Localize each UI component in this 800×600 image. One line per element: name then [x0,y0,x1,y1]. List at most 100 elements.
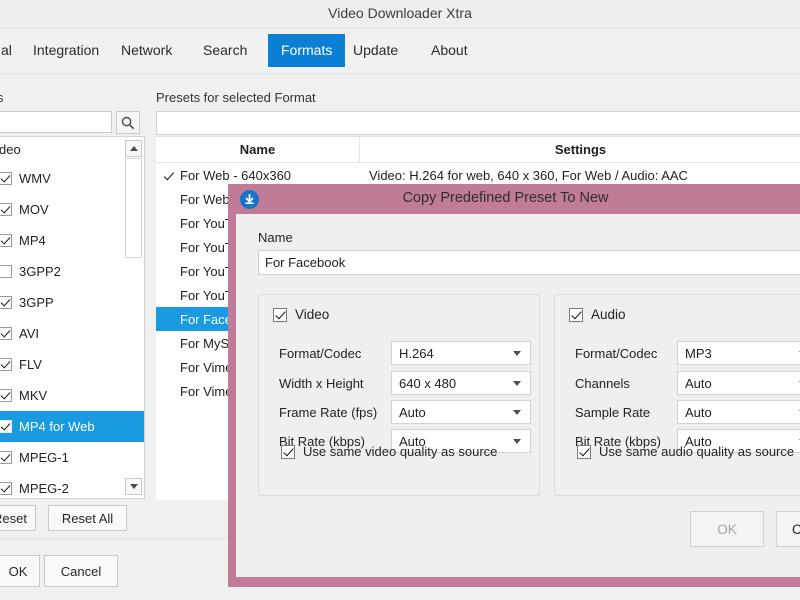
preset-name-cell: For Web - 640x360 [156,168,360,183]
field-label: Format/Codec [575,345,658,361]
checkbox-icon[interactable] [0,420,12,433]
dialog-title: Copy Predefined Preset To New [402,190,609,206]
checkbox-icon[interactable] [0,265,12,278]
presets-label: Presets for selected Format [156,90,316,105]
tab-update[interactable]: Update [340,34,411,67]
dialog-body: Name Video Format/Codec H.264 Width x Heig… [236,214,800,577]
dialog-cancel-button[interactable]: Cancel [776,511,800,547]
format-list-item-label: MOV [19,202,49,217]
format-list-item[interactable]: WMV [0,163,144,194]
tab-about[interactable]: About [418,34,481,67]
checkbox-icon[interactable] [0,234,12,247]
column-header-settings[interactable]: Settings [360,137,800,162]
tab-integration[interactable]: Integration [20,34,112,67]
checkbox-icon[interactable] [0,451,12,464]
search-icon [121,116,135,130]
window-title: Video Downloader Xtra [328,5,472,21]
checkbox-icon [273,307,287,322]
field-dropdown[interactable]: MP3 [677,341,800,365]
video-enable-checkbox[interactable]: Video [273,307,329,322]
reset-button[interactable]: Reset [0,505,36,531]
audio-settings-group: Audio Format/Codec MP3 Channels Auto Sample … [554,294,800,496]
field-dropdown[interactable]: Auto [677,371,800,395]
format-search [0,111,145,135]
chevron-down-icon [513,410,521,415]
video-use-same-quality-checkbox[interactable]: Use same video quality as source [281,444,497,459]
audio-use-same-quality-label: Use same audio quality as source [599,444,795,459]
field-value: Auto [399,404,426,420]
field-dropdown[interactable]: Auto [391,400,531,424]
checkbox-icon[interactable] [0,358,12,371]
settings-field: Frame Rate (fps) Auto [279,400,531,424]
format-list-item-label: AVI [19,326,39,341]
reset-all-button[interactable]: Reset All [48,505,127,531]
search-button[interactable] [116,111,140,134]
preset-name-label: For Web - 640x360 [180,167,292,183]
field-dropdown[interactable]: H.264 [391,341,531,365]
field-label: Width x Height [279,375,364,391]
dialog-title-bar: Copy Predefined Preset To New [228,184,800,214]
audio-group-label: Audio [591,307,626,322]
checkbox-icon[interactable] [0,203,12,216]
field-label: Channels [575,375,630,391]
format-list-item[interactable]: MOV [0,194,144,225]
tab-search[interactable]: Search [190,34,260,67]
formats-list[interactable]: deo WMV MOV MP4 3GPP2 3GPP AVI FLV MKV MP4 for W… [0,136,145,499]
checkbox-icon[interactable] [0,482,12,495]
video-group-label: Video [295,307,330,322]
field-label: Format/Codec [279,345,362,361]
reset-buttons: Reset Reset All [0,505,149,531]
settings-field: Width x Height 640 x 480 [279,371,531,395]
preset-settings-cell: Video: H.264 for web, 640 x 360, For Web… [369,167,688,183]
search-input[interactable] [0,111,112,133]
dialog-name-input[interactable] [258,250,800,275]
field-label: Sample Rate [575,404,651,420]
checkbox-icon[interactable] [0,172,12,185]
list-scroll-down-button[interactable] [125,478,142,495]
checkbox-icon[interactable] [0,389,12,402]
checkbox-icon[interactable] [0,296,12,309]
format-list-item[interactable]: MPEG-2 [0,473,144,498]
formats-panel-label: ats [0,90,4,105]
chevron-down-icon [513,439,521,444]
preset-filter-input[interactable] [156,111,800,135]
format-list-item[interactable]: MP4 [0,225,144,256]
format-list-item[interactable]: MPEG-1 [0,442,144,473]
format-list-item-label: WMV [19,171,51,186]
list-scrollbar-thumb[interactable] [125,158,142,258]
format-list-item[interactable]: 3GPP [0,287,144,318]
triangle-down-icon [129,484,138,489]
field-dropdown[interactable]: 640 x 480 [391,371,531,395]
format-list-item-label: MP4 for Web [19,419,95,434]
field-dropdown[interactable]: Auto [677,400,800,424]
chevron-down-icon [513,351,521,356]
format-list-item-label: FLV [19,357,42,372]
tab-bar: al Integration Network Search Formats Update A… [0,29,800,74]
dialog-ok-button[interactable]: OK [690,511,764,547]
audio-use-same-quality-checkbox[interactable]: Use same audio quality as source [577,444,794,459]
chevron-down-icon [513,381,521,386]
settings-field: Format/Codec MP3 [575,341,800,365]
tab-network[interactable]: Network [108,34,185,67]
ok-button[interactable]: OK [0,555,40,587]
audio-enable-checkbox[interactable]: Audio [569,307,626,322]
checkbox-icon[interactable] [0,327,12,340]
check-icon [165,168,180,183]
tab-formats[interactable]: Formats [268,34,346,67]
video-use-same-quality-label: Use same video quality as source [303,444,498,459]
format-list-item[interactable]: MKV [0,380,144,411]
format-list-item[interactable]: FLV [0,349,144,380]
cancel-button[interactable]: Cancel [44,555,118,587]
format-list-item-label: 3GPP [19,295,54,310]
format-list-item[interactable]: AVI [0,318,144,349]
format-list-item[interactable]: 3GPP2 [0,256,144,287]
field-value: Auto [685,375,712,391]
column-header-name[interactable]: Name [156,137,360,162]
video-settings-group: Video Format/Codec H.264 Width x Height 640… [258,294,540,496]
format-group-header: deo [0,142,21,157]
list-scroll-up-button[interactable] [125,140,142,157]
application-window: Video Downloader Xtra al Integration Netwo… [0,0,800,600]
checkbox-icon [281,444,295,459]
format-list-item[interactable]: MP4 for Web [0,411,144,442]
format-list-item-label: MKV [19,388,48,403]
